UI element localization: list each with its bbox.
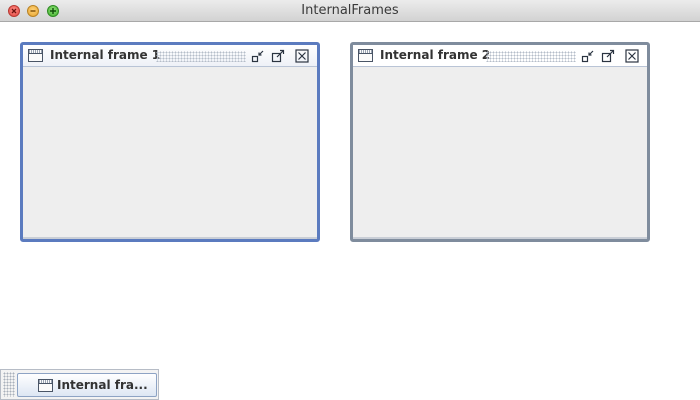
window-icon [358, 49, 373, 62]
internal-frame-1-titlebar[interactable]: Internal frame 1 [23, 45, 317, 67]
internal-frame-1-title: Internal frame 1 [50, 48, 161, 62]
iconify-button[interactable] [251, 49, 265, 63]
internal-frame-2-title: Internal frame 2 [380, 48, 491, 62]
window-icon [38, 379, 53, 392]
iconify-icon [581, 50, 594, 63]
window-title: InternalFrames [301, 3, 399, 18]
internal-frame-1[interactable]: Internal frame 1 [20, 42, 320, 242]
close-icon [625, 49, 639, 63]
close-frame-button[interactable] [625, 49, 639, 63]
internal-frame-2-titlebar[interactable]: Internal frame 2 [353, 45, 647, 67]
window-titlebar[interactable]: InternalFrames [0, 0, 700, 22]
close-icon [295, 49, 309, 63]
maximize-button[interactable] [271, 49, 285, 63]
close-frame-button[interactable] [295, 49, 309, 63]
maximize-icon [271, 49, 285, 63]
internal-frame-2[interactable]: Internal frame 2 [350, 42, 650, 242]
window-icon [28, 49, 43, 62]
iconify-icon [251, 50, 264, 63]
maximize-icon [601, 49, 615, 63]
internal-frame-1-content [23, 67, 317, 239]
iconify-button[interactable] [581, 49, 595, 63]
minimized-frames-bar: Internal fra... [0, 369, 159, 400]
internal-frame-2-content [353, 67, 647, 239]
titlebar-texture [156, 51, 246, 62]
drag-handle[interactable] [3, 372, 15, 397]
titlebar-texture [486, 51, 576, 62]
maximize-button[interactable] [601, 49, 615, 63]
minimized-frame-button[interactable]: Internal fra... [17, 373, 157, 397]
minimized-frame-label: Internal fra... [57, 378, 148, 392]
